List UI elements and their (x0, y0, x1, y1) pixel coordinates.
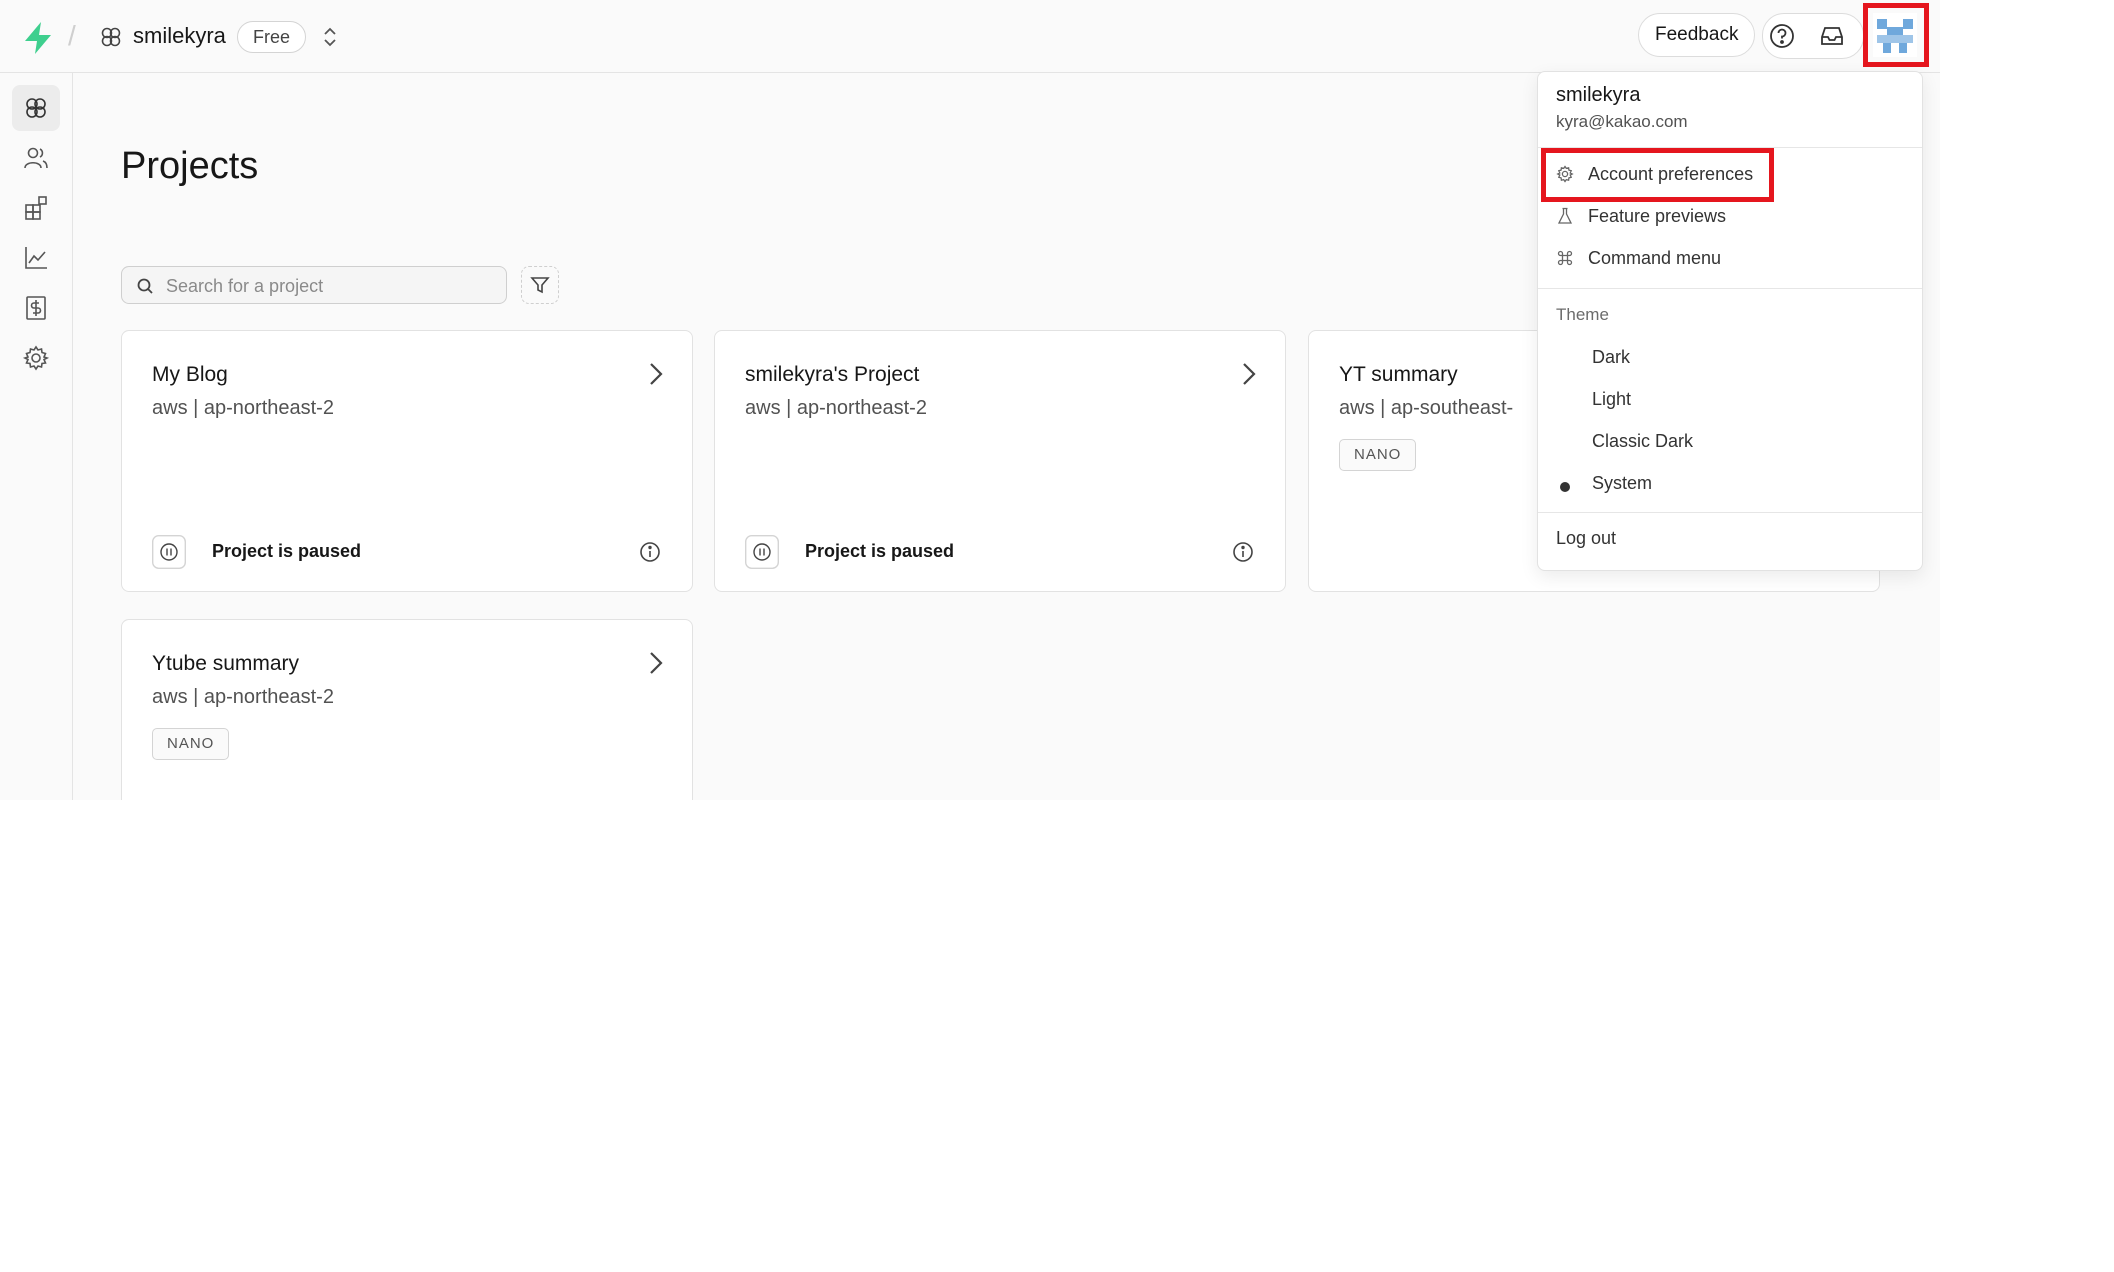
team-icon (24, 147, 48, 169)
pause-icon (152, 535, 186, 569)
filter-icon (530, 277, 550, 294)
inbox-icon[interactable] (1818, 22, 1846, 50)
sidebar-item-billing[interactable] (12, 285, 60, 331)
sidebar-item-settings[interactable] (12, 335, 60, 381)
info-icon[interactable] (639, 541, 661, 563)
project-name: YT summary (1339, 363, 1458, 386)
project-region: aws | ap-northeast-2 (745, 397, 927, 419)
chevrons-up-down-icon[interactable] (321, 26, 339, 48)
project-region: aws | ap-northeast-2 (152, 686, 334, 708)
project-status: Project is paused (212, 541, 362, 561)
flask-icon (1557, 207, 1573, 224)
menu-divider (1538, 512, 1922, 513)
info-icon[interactable] (1232, 541, 1254, 563)
project-region: aws | ap-northeast-2 (152, 397, 334, 419)
theme-option-dark[interactable]: Dark (1592, 347, 1630, 368)
menu-item-label: Feature previews (1588, 205, 1727, 226)
user-avatar[interactable] (1873, 13, 1917, 57)
pause-icon (745, 535, 779, 569)
compute-size-badge: NANO (1339, 439, 1417, 471)
command-icon (1557, 250, 1573, 266)
project-card[interactable]: Ytube summary aws | ap-northeast-2 NANO (121, 619, 693, 800)
menu-divider (1538, 288, 1922, 289)
chevron-right-icon (1243, 363, 1256, 385)
sidebar (0, 73, 73, 800)
theme-option-system[interactable]: System (1592, 473, 1652, 494)
project-name: smilekyra's Project (745, 363, 920, 386)
chevron-right-icon (650, 652, 663, 674)
filter-button[interactable] (521, 266, 559, 304)
plan-badge: Free (237, 21, 307, 53)
menu-item-feature-previews[interactable]: Feature previews (1556, 201, 1726, 231)
project-status: Project is paused (805, 541, 955, 561)
menu-username: smilekyra (1556, 84, 1641, 106)
integrations-icon (25, 196, 47, 220)
feedback-button[interactable]: Feedback (1638, 13, 1756, 57)
account-preferences-highlight-box (1541, 148, 1774, 202)
chevron-right-icon (650, 363, 663, 385)
app-window: / smilekyra Free Feedback Projects Searc… (0, 0, 1940, 800)
project-card[interactable]: My Blog aws | ap-northeast-2 Project is … (121, 330, 693, 592)
account-dropdown-menu: smilekyra kyra@kakao.com Account prefere… (1537, 71, 1923, 571)
theme-option-classic-dark[interactable]: Classic Dark (1592, 431, 1693, 452)
top-bar: / smilekyra Free Feedback (0, 0, 1940, 73)
selected-theme-dot (1560, 482, 1570, 492)
project-name: Ytube summary (152, 652, 300, 675)
supabase-logo-icon[interactable] (20, 20, 56, 56)
project-card[interactable]: smilekyra's Project aws | ap-northeast-2… (714, 330, 1286, 592)
search-icon (137, 278, 153, 294)
project-search-input[interactable] (164, 270, 498, 302)
usage-icon (25, 247, 47, 269)
projects-icon (26, 98, 46, 118)
sidebar-item-team[interactable] (12, 135, 60, 181)
menu-item-command-menu[interactable]: Command menu (1556, 243, 1721, 273)
sidebar-item-usage[interactable] (12, 235, 60, 281)
sidebar-item-projects[interactable] (12, 85, 60, 131)
breadcrumb-separator: / (68, 20, 76, 51)
org-name[interactable]: smilekyra (133, 23, 226, 49)
theme-option-light[interactable]: Light (1592, 389, 1631, 410)
logout-button[interactable]: Log out (1556, 523, 1616, 553)
project-region: aws | ap-southeast- (1339, 397, 1514, 419)
menu-email: kyra@kakao.com (1556, 112, 1688, 131)
help-icon[interactable] (1768, 22, 1796, 50)
compute-size-badge: NANO (152, 728, 230, 760)
project-name: My Blog (152, 363, 228, 386)
page-title: Projects (121, 145, 259, 187)
sidebar-item-integrations[interactable] (12, 185, 60, 231)
billing-icon (26, 296, 46, 320)
settings-icon (22, 345, 50, 371)
menu-item-label: Command menu (1588, 247, 1722, 268)
organization-icon (101, 27, 121, 47)
theme-section-label: Theme (1556, 305, 1609, 324)
